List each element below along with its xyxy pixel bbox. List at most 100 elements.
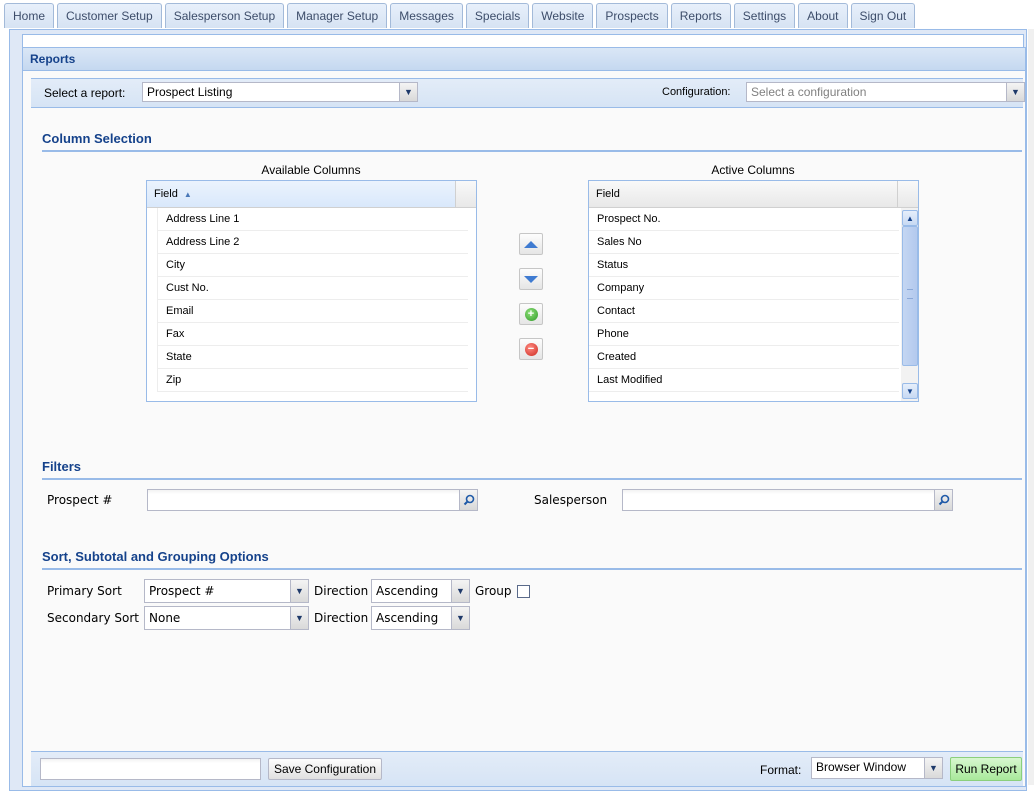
panel-title: Reports: [23, 48, 1025, 71]
active-columns-title: Active Columns: [711, 163, 795, 177]
chevron-down-icon[interactable]: ▼: [451, 580, 469, 602]
filters-title: Filters: [42, 459, 1022, 480]
reports-panel: Reports Select a report: Prospect Listin…: [22, 47, 1026, 787]
tab-settings[interactable]: Settings: [733, 3, 796, 28]
list-item[interactable]: Company: [589, 277, 899, 300]
select-report-label: Select a report:: [44, 86, 126, 100]
sort-options-title: Sort, Subtotal and Grouping Options: [42, 549, 1022, 570]
scroll-up-icon[interactable]: ▲: [902, 210, 918, 226]
chevron-down-icon[interactable]: ▼: [290, 607, 308, 629]
field-column-header[interactable]: Field: [589, 181, 898, 207]
tab-salesperson-setup[interactable]: Salesperson Setup: [164, 3, 285, 28]
list-item[interactable]: Sales No: [589, 231, 899, 254]
tab-prospects[interactable]: Prospects: [596, 3, 668, 28]
configuration-select[interactable]: Select a configuration ▼: [746, 82, 1025, 102]
search-icon: [463, 494, 474, 506]
field-column-header[interactable]: Field ▲: [147, 181, 456, 207]
chevron-down-icon[interactable]: ▼: [290, 580, 308, 602]
arrow-up-icon: [524, 240, 538, 248]
active-grid-header: Field: [589, 181, 918, 208]
panel-footer: Save Configuration Format: Browser Windo…: [31, 751, 1023, 786]
list-item[interactable]: Address Line 1: [158, 208, 468, 231]
tab-website[interactable]: Website: [532, 3, 594, 28]
format-value: Browser Window: [816, 760, 907, 774]
main-tab-bar: Home Customer Setup Salesperson Setup Ma…: [4, 3, 916, 29]
salesperson-filter-input[interactable]: [622, 489, 935, 511]
scrollbar-thumb[interactable]: [902, 226, 918, 366]
available-columns-title: Available Columns: [261, 163, 361, 177]
report-select-value: Prospect Listing: [147, 85, 233, 99]
chevron-down-icon[interactable]: ▼: [1006, 83, 1024, 101]
secondary-sort-label: Secondary Sort: [47, 611, 139, 625]
list-item[interactable]: State: [158, 346, 468, 369]
list-item[interactable]: Phone: [589, 323, 899, 346]
tab-about[interactable]: About: [798, 3, 848, 28]
tab-home[interactable]: Home: [4, 3, 55, 28]
report-toolbar: Select a report: Prospect Listing ▼ Conf…: [31, 78, 1025, 108]
primary-direction-label: Direction: [314, 584, 369, 598]
run-report-button[interactable]: Run Report: [950, 757, 1022, 781]
add-column-button[interactable]: +: [519, 303, 543, 325]
primary-direction-select[interactable]: Ascending ▼: [371, 579, 470, 603]
page-scrollbar-track[interactable]: [1028, 29, 1034, 785]
list-item[interactable]: Fax: [158, 323, 468, 346]
secondary-sort-select[interactable]: None ▼: [144, 606, 309, 630]
primary-direction-value: Ascending: [376, 584, 439, 598]
salesperson-search-button[interactable]: [934, 489, 953, 511]
active-columns-grid: Field Prospect No. Sales No Status Compa…: [588, 180, 919, 402]
tab-reports[interactable]: Reports: [670, 3, 731, 28]
chevron-down-icon[interactable]: ▼: [399, 83, 417, 101]
available-grid-header: Field ▲: [147, 181, 476, 208]
column-selection-title: Column Selection: [42, 131, 1022, 152]
tab-specials[interactable]: Specials: [465, 3, 530, 28]
sort-ascending-icon: ▲: [183, 190, 192, 199]
prospect-search-button[interactable]: [459, 489, 478, 511]
field-header-label: Field: [154, 188, 178, 200]
tab-sign-out[interactable]: Sign Out: [850, 3, 916, 28]
list-item[interactable]: City: [158, 254, 468, 277]
move-up-button[interactable]: [519, 233, 543, 255]
prospect-filter-input[interactable]: [147, 489, 460, 511]
format-label: Format:: [760, 763, 802, 777]
list-item[interactable]: Status: [589, 254, 899, 277]
active-rows: Prospect No. Sales No Status Company Con…: [589, 208, 899, 392]
chevron-down-icon[interactable]: ▼: [451, 607, 469, 629]
arrow-down-icon: [524, 275, 538, 283]
format-select[interactable]: Browser Window ▼: [811, 757, 943, 779]
tab-messages[interactable]: Messages: [390, 3, 463, 28]
list-item[interactable]: Contact: [589, 300, 899, 323]
tab-manager-setup[interactable]: Manager Setup: [287, 3, 388, 28]
secondary-direction-label: Direction: [314, 611, 369, 625]
list-item[interactable]: Created: [589, 346, 899, 369]
secondary-sort-value: None: [149, 611, 181, 625]
chevron-down-icon[interactable]: ▼: [924, 758, 942, 778]
list-item[interactable]: Address Line 2: [158, 231, 468, 254]
scroll-down-icon[interactable]: ▼: [902, 383, 918, 399]
list-item[interactable]: Zip: [158, 369, 468, 392]
report-select[interactable]: Prospect Listing ▼: [142, 82, 418, 102]
move-down-button[interactable]: [519, 268, 543, 290]
salesperson-filter-label: Salesperson: [534, 493, 608, 507]
list-item[interactable]: Last Modified: [589, 369, 899, 392]
save-configuration-button[interactable]: Save Configuration: [268, 758, 382, 780]
primary-sort-value: Prospect #: [149, 584, 215, 598]
group-label: Group: [475, 584, 512, 598]
primary-sort-label: Primary Sort: [47, 584, 122, 598]
secondary-direction-select[interactable]: Ascending ▼: [371, 606, 470, 630]
grip-icon: [907, 289, 913, 299]
available-columns-grid: Field ▲ Address Line 1 Address Line 2 Ci…: [146, 180, 477, 402]
list-item[interactable]: Prospect No.: [589, 208, 899, 231]
configuration-label: Configuration:: [662, 86, 731, 98]
list-item[interactable]: Cust No.: [158, 277, 468, 300]
active-grid-scrollbar[interactable]: ▲ ▼: [901, 208, 918, 401]
tab-customer-setup[interactable]: Customer Setup: [57, 3, 162, 28]
prospect-filter-label: Prospect #: [47, 493, 113, 507]
primary-sort-select[interactable]: Prospect # ▼: [144, 579, 309, 603]
plus-circle-icon: +: [524, 307, 538, 321]
remove-column-button[interactable]: −: [519, 338, 543, 360]
group-checkbox[interactable]: [517, 585, 530, 598]
configuration-placeholder: Select a configuration: [751, 85, 867, 99]
configuration-name-input[interactable]: [40, 758, 261, 780]
secondary-direction-value: Ascending: [376, 611, 439, 625]
list-item[interactable]: Email: [158, 300, 468, 323]
